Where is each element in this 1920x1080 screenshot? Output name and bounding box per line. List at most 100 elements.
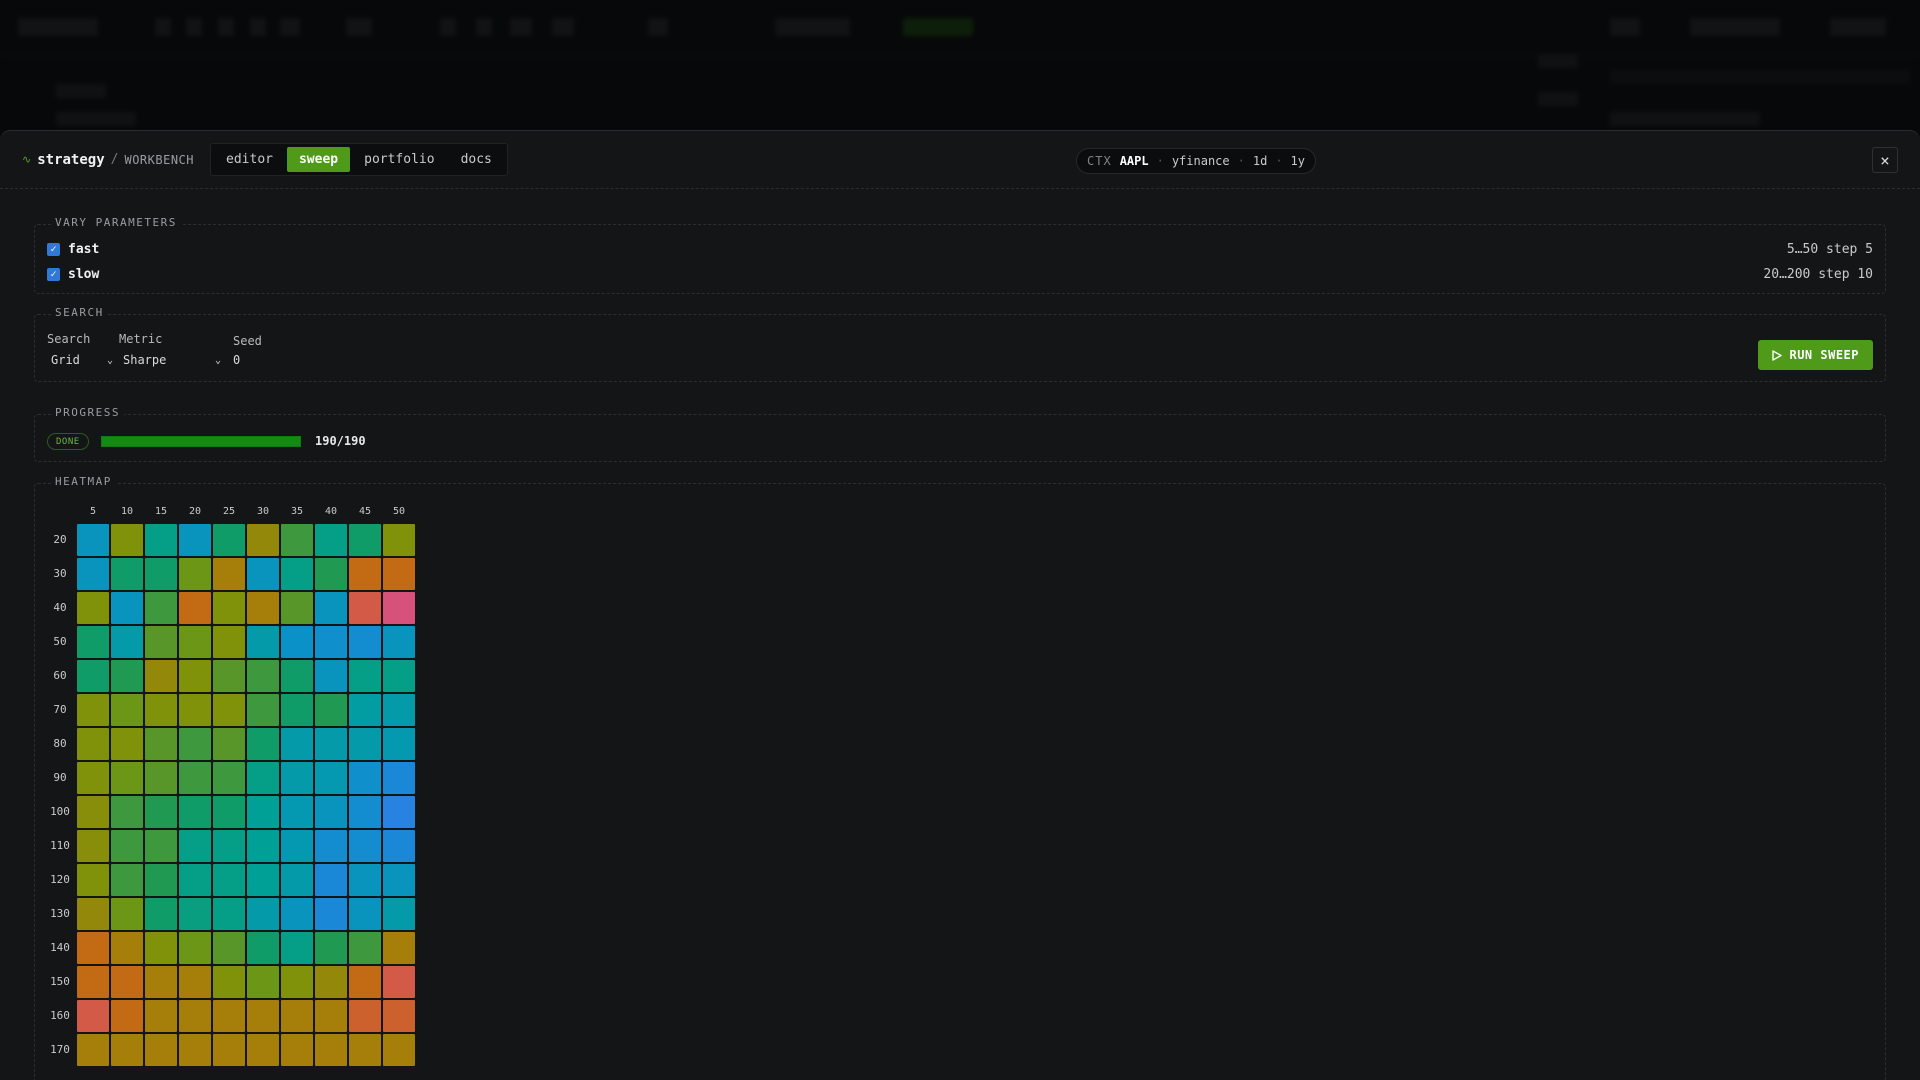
heatmap-cell[interactable] — [213, 762, 245, 794]
heatmap-cell[interactable] — [349, 796, 381, 828]
tab-docs[interactable]: docs — [449, 147, 504, 172]
heatmap-cell[interactable] — [383, 660, 415, 692]
heatmap-cell[interactable] — [213, 796, 245, 828]
heatmap-cell[interactable] — [315, 524, 347, 556]
heatmap-cell[interactable] — [179, 1034, 211, 1066]
param-fast-checkbox[interactable]: ✓ — [47, 243, 60, 256]
heatmap-cell[interactable] — [179, 830, 211, 862]
heatmap-cell[interactable] — [179, 796, 211, 828]
heatmap-cell[interactable] — [247, 660, 279, 692]
heatmap-cell[interactable] — [383, 796, 415, 828]
heatmap-cell[interactable] — [179, 932, 211, 964]
heatmap-cell[interactable] — [179, 728, 211, 760]
heatmap-cell[interactable] — [179, 694, 211, 726]
heatmap-cell[interactable] — [111, 864, 143, 896]
heatmap-cell[interactable] — [213, 932, 245, 964]
heatmap-cell[interactable] — [213, 1000, 245, 1032]
heatmap-cell[interactable] — [315, 1000, 347, 1032]
heatmap-cell[interactable] — [247, 898, 279, 930]
heatmap-cell[interactable] — [349, 864, 381, 896]
heatmap-cell[interactable] — [281, 830, 313, 862]
heatmap-cell[interactable] — [383, 728, 415, 760]
heatmap-cell[interactable] — [111, 694, 143, 726]
heatmap-cell[interactable] — [315, 932, 347, 964]
heatmap-cell[interactable] — [247, 694, 279, 726]
heatmap-cell[interactable] — [383, 932, 415, 964]
heatmap-cell[interactable] — [77, 1034, 109, 1066]
heatmap-cell[interactable] — [315, 796, 347, 828]
heatmap-cell[interactable] — [281, 1034, 313, 1066]
context-pill[interactable]: CTX AAPL · yfinance · 1d · 1y — [1076, 148, 1316, 174]
heatmap-cell[interactable] — [213, 728, 245, 760]
heatmap-cell[interactable] — [349, 558, 381, 590]
heatmap-cell[interactable] — [349, 728, 381, 760]
heatmap-cell[interactable] — [281, 558, 313, 590]
heatmap-cell[interactable] — [111, 1034, 143, 1066]
heatmap-cell[interactable] — [111, 626, 143, 658]
heatmap-cell[interactable] — [145, 932, 177, 964]
tab-sweep[interactable]: sweep — [286, 147, 351, 172]
heatmap-cell[interactable] — [179, 558, 211, 590]
heatmap-cell[interactable] — [349, 592, 381, 624]
heatmap-cell[interactable] — [145, 558, 177, 590]
heatmap-cell[interactable] — [315, 694, 347, 726]
heatmap-cell[interactable] — [145, 1034, 177, 1066]
heatmap-cell[interactable] — [349, 898, 381, 930]
heatmap-cell[interactable] — [247, 932, 279, 964]
heatmap-cell[interactable] — [315, 864, 347, 896]
heatmap-cell[interactable] — [213, 694, 245, 726]
heatmap-cell[interactable] — [111, 728, 143, 760]
heatmap-cell[interactable] — [77, 694, 109, 726]
heatmap-cell[interactable] — [179, 660, 211, 692]
heatmap-cell[interactable] — [213, 592, 245, 624]
heatmap-cell[interactable] — [247, 1034, 279, 1066]
heatmap-cell[interactable] — [145, 898, 177, 930]
heatmap-cell[interactable] — [247, 830, 279, 862]
heatmap-cell[interactable] — [111, 830, 143, 862]
param-slow[interactable]: ✓ slow — [47, 267, 99, 282]
heatmap-cell[interactable] — [145, 660, 177, 692]
heatmap-cell[interactable] — [213, 898, 245, 930]
heatmap-cell[interactable] — [213, 1034, 245, 1066]
seed-input[interactable]: 0 — [233, 353, 240, 367]
tab-portfolio[interactable]: portfolio — [352, 147, 446, 172]
heatmap-cell[interactable] — [111, 660, 143, 692]
heatmap-cell[interactable] — [349, 694, 381, 726]
heatmap-cell[interactable] — [145, 1000, 177, 1032]
heatmap-cell[interactable] — [213, 864, 245, 896]
heatmap-cell[interactable] — [77, 966, 109, 998]
tab-editor[interactable]: editor — [214, 147, 285, 172]
heatmap-cell[interactable] — [77, 592, 109, 624]
heatmap-cell[interactable] — [315, 898, 347, 930]
metric-select[interactable]: Sharpe ⌄ — [123, 353, 221, 367]
heatmap-cell[interactable] — [77, 1000, 109, 1032]
heatmap-cell[interactable] — [383, 524, 415, 556]
heatmap-cell[interactable] — [383, 592, 415, 624]
heatmap-cell[interactable] — [145, 524, 177, 556]
heatmap-cell[interactable] — [111, 898, 143, 930]
heatmap-cell[interactable] — [247, 728, 279, 760]
heatmap-cell[interactable] — [111, 1000, 143, 1032]
heatmap-cell[interactable] — [349, 524, 381, 556]
heatmap-cell[interactable] — [281, 796, 313, 828]
heatmap-cell[interactable] — [281, 626, 313, 658]
heatmap-cell[interactable] — [77, 626, 109, 658]
run-sweep-button[interactable]: RUN SWEEP — [1758, 340, 1873, 370]
search-select[interactable]: Grid ⌄ — [51, 353, 113, 367]
heatmap-cell[interactable] — [247, 558, 279, 590]
heatmap-cell[interactable] — [349, 830, 381, 862]
heatmap-cell[interactable] — [145, 796, 177, 828]
heatmap-cell[interactable] — [77, 898, 109, 930]
heatmap-cell[interactable] — [281, 660, 313, 692]
heatmap-cell[interactable] — [349, 626, 381, 658]
heatmap-cell[interactable] — [179, 592, 211, 624]
heatmap-cell[interactable] — [179, 966, 211, 998]
heatmap-cell[interactable] — [77, 660, 109, 692]
heatmap-cell[interactable] — [77, 524, 109, 556]
heatmap-cell[interactable] — [383, 558, 415, 590]
heatmap-cell[interactable] — [145, 830, 177, 862]
heatmap-cell[interactable] — [315, 830, 347, 862]
heatmap-cell[interactable] — [145, 728, 177, 760]
heatmap-cell[interactable] — [213, 626, 245, 658]
heatmap-cell[interactable] — [179, 864, 211, 896]
